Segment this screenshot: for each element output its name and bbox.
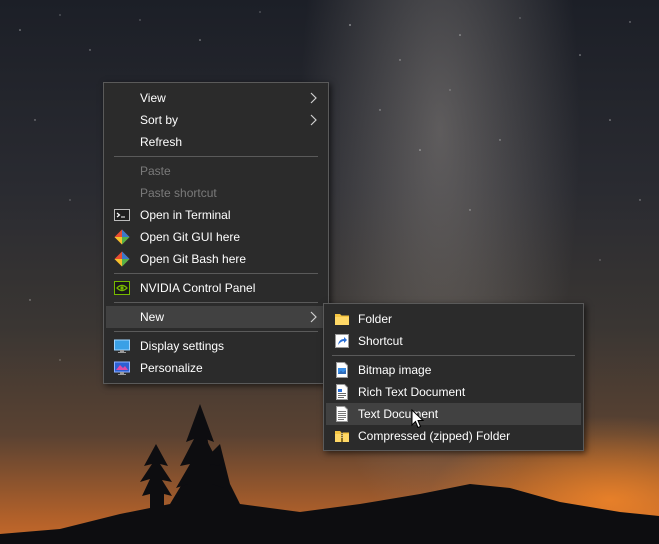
menu-item-display-settings[interactable]: Display settings [106,335,326,357]
submenu-item-label: Rich Text Document [358,385,466,399]
menu-separator [114,331,318,332]
menu-item-paste-shortcut[interactable]: Paste shortcut [106,182,326,204]
submenu-item-label: Text Document [358,407,439,421]
display-settings-icon [114,339,130,353]
menu-item-nvidia-control-panel[interactable]: NVIDIA Control Panel [106,277,326,299]
submenu-item-label: Folder [358,312,393,326]
desktop-context-menu: View Sort by Refresh Paste Paste shortcu… [103,82,329,384]
menu-item-open-in-terminal[interactable]: Open in Terminal [106,204,326,226]
submenu-item-label: Shortcut [358,334,403,348]
menu-item-label: Open Git Bash here [140,252,247,266]
bitmap-image-icon [336,362,348,378]
submenu-item-compressed-folder[interactable]: Compressed (zipped) Folder [326,425,581,447]
rich-text-document-icon [336,384,348,400]
menu-item-label: NVIDIA Control Panel [140,281,256,295]
menu-separator [114,156,318,157]
menu-separator [114,302,318,303]
menu-item-open-git-bash[interactable]: Open Git Bash here [106,248,326,270]
chevron-right-icon [310,114,317,126]
git-bash-icon [114,251,130,267]
menu-item-new[interactable]: New [106,306,326,328]
menu-item-label: Paste [140,164,171,178]
menu-item-label: Display settings [140,339,225,353]
menu-item-label: New [140,310,165,324]
submenu-item-shortcut[interactable]: Shortcut [326,330,581,352]
text-document-icon [336,406,348,422]
menu-item-sort-by[interactable]: Sort by [106,109,326,131]
submenu-item-text-document[interactable]: Text Document [326,403,581,425]
submenu-item-label: Bitmap image [358,363,432,377]
menu-item-label: Sort by [140,113,179,127]
menu-item-refresh[interactable]: Refresh [106,131,326,153]
nvidia-icon [114,281,130,295]
shortcut-icon [335,334,349,348]
menu-item-label: Refresh [140,135,183,149]
submenu-item-bitmap-image[interactable]: Bitmap image [326,359,581,381]
submenu-item-folder[interactable]: Folder [326,308,581,330]
submenu-item-rich-text-document[interactable]: Rich Text Document [326,381,581,403]
menu-item-open-git-gui[interactable]: Open Git GUI here [106,226,326,248]
menu-item-label: Paste shortcut [140,186,217,200]
chevron-right-icon [310,311,317,323]
menu-item-paste[interactable]: Paste [106,160,326,182]
menu-separator [114,273,318,274]
git-gui-icon [114,229,130,245]
terminal-icon [114,209,130,221]
submenu-separator [332,355,575,356]
zipped-folder-icon [335,431,349,442]
menu-item-label: Open in Terminal [140,208,231,222]
menu-item-label: Personalize [140,361,203,375]
personalize-icon [114,361,130,375]
mouse-cursor-icon [411,409,425,429]
submenu-item-label: Compressed (zipped) Folder [358,429,511,443]
new-submenu: Folder Shortcut Bitmap image Rich Text D… [323,303,584,451]
menu-item-view[interactable]: View [106,87,326,109]
menu-item-personalize[interactable]: Personalize [106,357,326,379]
chevron-right-icon [310,92,317,104]
folder-icon [335,314,349,325]
menu-item-label: View [140,91,166,105]
menu-item-label: Open Git GUI here [140,230,241,244]
